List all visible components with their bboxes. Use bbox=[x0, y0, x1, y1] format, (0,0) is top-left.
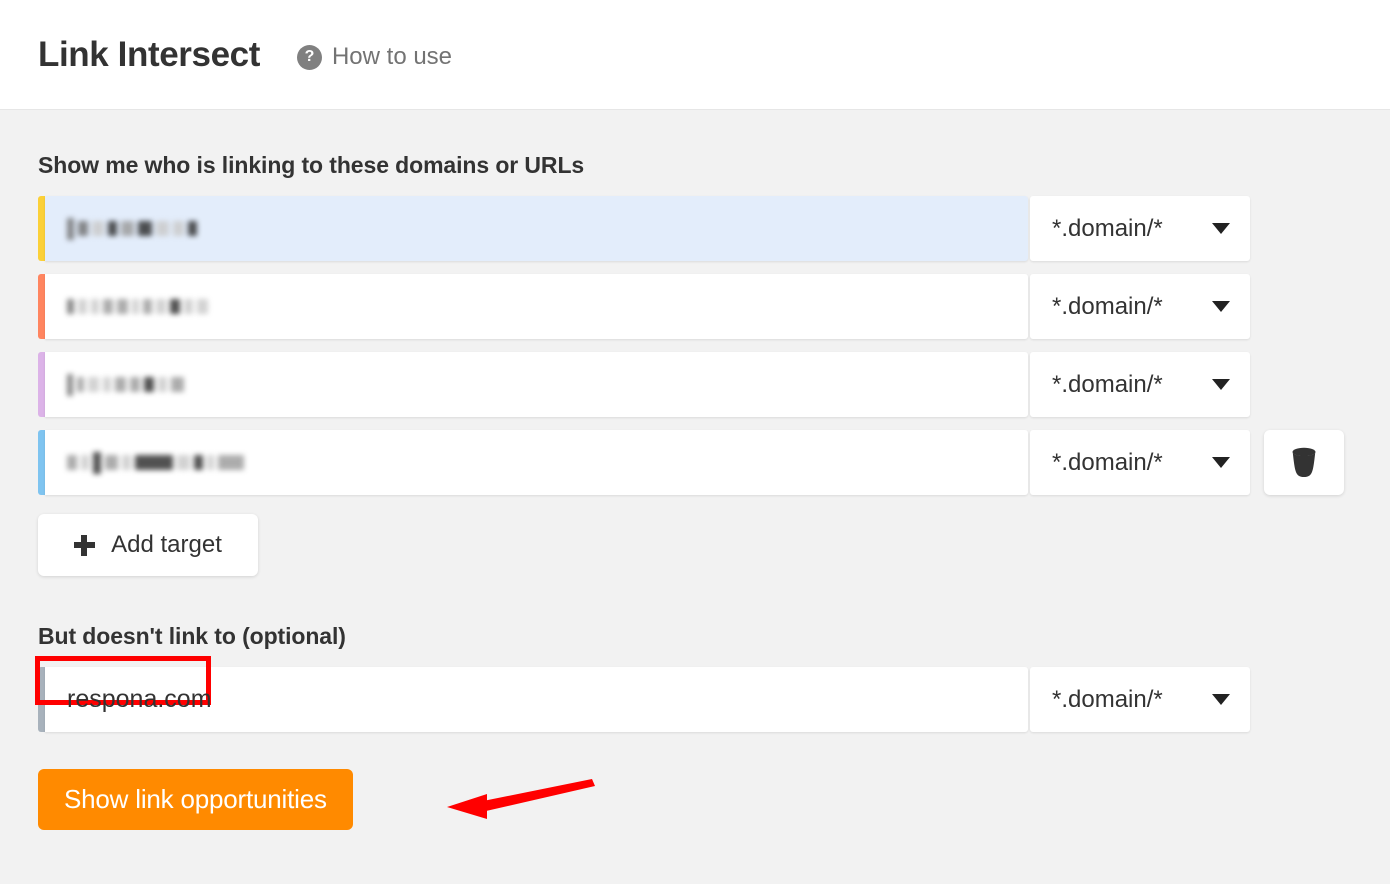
plus-icon bbox=[74, 534, 96, 556]
target-url-input[interactable] bbox=[45, 352, 1028, 417]
chevron-down-icon bbox=[1212, 457, 1230, 468]
main-content: Show me who is linking to these domains … bbox=[0, 110, 1390, 830]
add-target-button[interactable]: Add target bbox=[38, 514, 258, 576]
chevron-down-icon bbox=[1212, 301, 1230, 312]
target-url-input[interactable] bbox=[45, 430, 1028, 495]
show-link-opportunities-button[interactable]: Show link opportunities bbox=[38, 769, 353, 830]
target-row: *.domain/* bbox=[38, 274, 1390, 339]
exclusion-url-value: respona.com bbox=[67, 685, 212, 713]
show-link-opportunities-label: Show link opportunities bbox=[64, 784, 327, 814]
row-accent-bar bbox=[38, 352, 45, 417]
target-url-input[interactable] bbox=[45, 274, 1028, 339]
match-mode-select[interactable]: *.domain/* bbox=[1030, 352, 1250, 417]
redacted-url-text bbox=[67, 217, 197, 240]
arrow-left-icon bbox=[447, 779, 595, 819]
trash-icon bbox=[1292, 447, 1316, 477]
how-to-use-label: How to use bbox=[331, 43, 453, 70]
match-mode-select[interactable]: *.domain/* bbox=[1030, 274, 1250, 339]
page-header: Link Intersect ? How to use bbox=[0, 0, 1390, 110]
question-mark-circle-icon: ? bbox=[296, 44, 322, 70]
redacted-url-text bbox=[67, 451, 244, 474]
chevron-down-icon bbox=[1212, 223, 1230, 234]
target-row: *.domain/* bbox=[38, 352, 1390, 417]
match-mode-label: *.domain/* bbox=[1052, 370, 1163, 398]
delete-target-button[interactable] bbox=[1264, 430, 1344, 495]
targets-section-title: Show me who is linking to these domains … bbox=[38, 152, 585, 178]
target-url-input[interactable] bbox=[45, 196, 1028, 261]
redacted-url-text bbox=[67, 297, 208, 317]
exclusion-section-title: But doesn't link to (optional) bbox=[38, 623, 346, 649]
match-mode-label: *.domain/* bbox=[1052, 292, 1163, 320]
row-accent-bar bbox=[38, 196, 45, 261]
match-mode-select[interactable]: *.domain/* bbox=[1030, 667, 1250, 732]
match-mode-label: *.domain/* bbox=[1052, 448, 1163, 476]
chevron-down-icon bbox=[1212, 694, 1230, 705]
exclusion-row: respona.com *.domain/* bbox=[35, 656, 1390, 732]
redacted-url-text bbox=[67, 373, 184, 396]
target-row: *.domain/* bbox=[38, 196, 1390, 261]
chevron-down-icon bbox=[1212, 379, 1230, 390]
target-row: *.domain/* bbox=[38, 430, 1390, 495]
page-title: Link Intersect bbox=[38, 35, 260, 74]
match-mode-select[interactable]: *.domain/* bbox=[1030, 196, 1250, 261]
match-mode-label: *.domain/* bbox=[1052, 685, 1163, 713]
cta-area: Show link opportunities bbox=[38, 769, 1390, 830]
match-mode-select[interactable]: *.domain/* bbox=[1030, 430, 1250, 495]
exclusion-section: But doesn't link to (optional) respona.c… bbox=[35, 623, 1390, 732]
row-accent-bar bbox=[38, 274, 45, 339]
how-to-use-link[interactable]: ? How to use bbox=[296, 43, 453, 71]
add-target-label: Add target bbox=[111, 531, 222, 558]
match-mode-label: *.domain/* bbox=[1052, 214, 1163, 242]
exclusion-url-input[interactable]: respona.com bbox=[35, 656, 1028, 732]
row-accent-bar bbox=[38, 430, 45, 495]
